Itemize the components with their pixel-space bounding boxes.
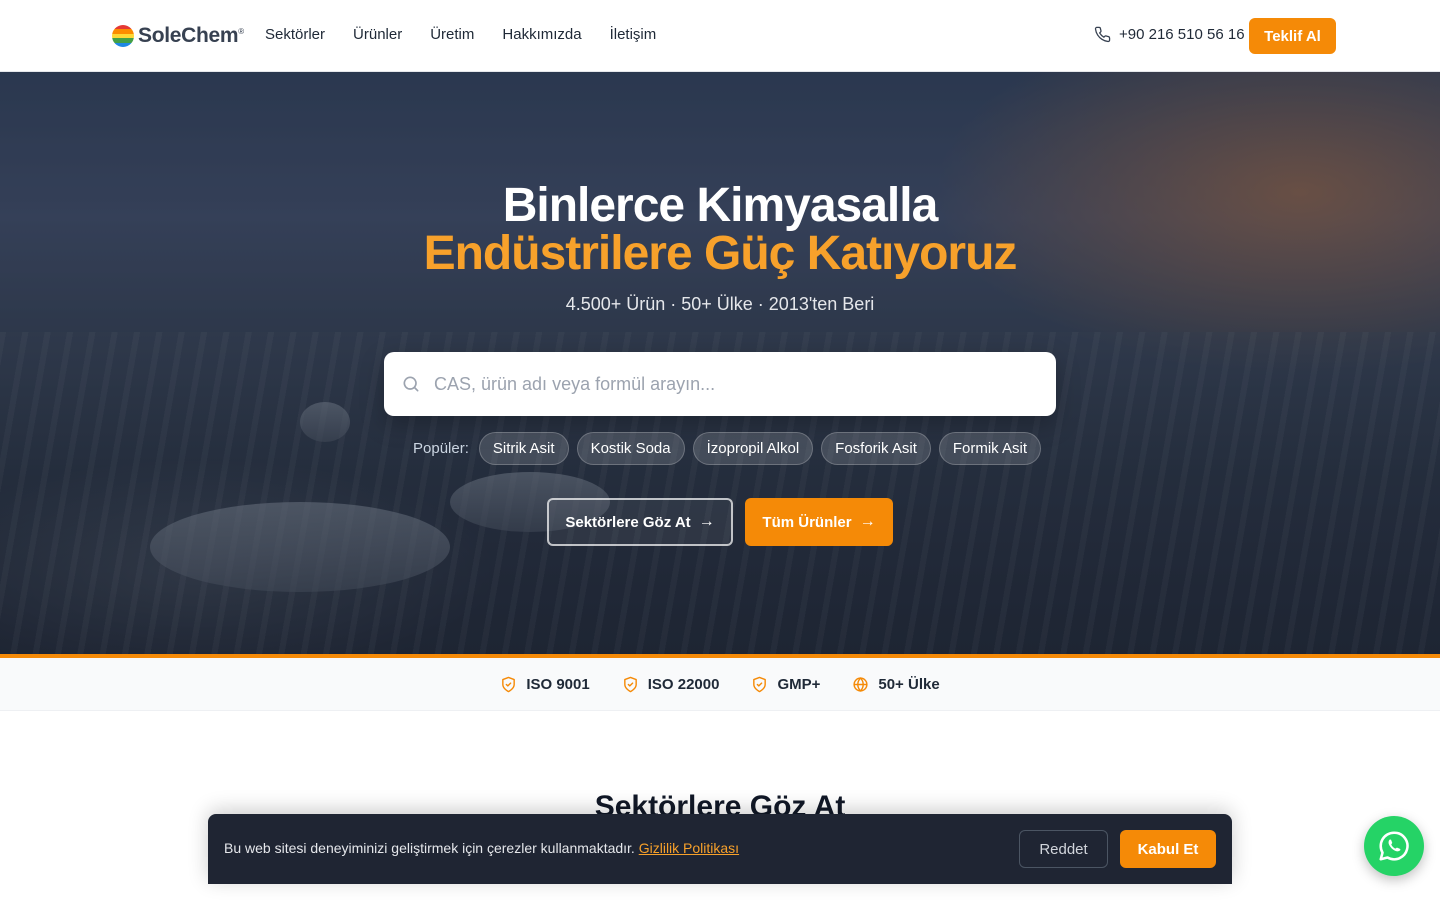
search-input[interactable]	[434, 366, 1034, 402]
all-products-label: Tüm Ürünler	[762, 513, 852, 531]
hero-buttons: Sektörlere Göz At → Tüm Ürünler →	[547, 498, 893, 546]
privacy-policy-link[interactable]: Gizlilik Politikası	[639, 840, 739, 856]
cert-gmp: GMP+	[751, 676, 820, 693]
arrow-right-icon: →	[698, 513, 715, 530]
cert-iso-22000: ISO 22000	[622, 675, 720, 693]
phone-link[interactable]: +90 216 510 56 16	[1094, 26, 1245, 43]
site-header: SoleChem® Sektörler Ürünler Üretim Hakkı…	[0, 0, 1440, 72]
cert-label: ISO 22000	[647, 675, 720, 693]
nav-hakkimizda[interactable]: Hakkımızda	[502, 26, 581, 43]
popular-searches: Popüler: Sitrik Asit Kostik Soda İzoprop…	[413, 432, 1042, 465]
cert-label: 50+ Ülke	[878, 675, 940, 693]
cookie-text: Bu web sitesi deneyiminizi geliştirmek i…	[224, 840, 740, 856]
browse-sectors-label: Sektörlere Göz At	[565, 513, 691, 531]
popular-label: Popüler:	[413, 440, 469, 457]
hero-title-line1: Binlerce Kimyasalla	[502, 179, 939, 232]
all-products-button[interactable]: Tüm Ürünler →	[745, 498, 893, 546]
certifications-bar: ISO 9001 ISO 22000 GMP+ 50+ Ülke	[0, 658, 1440, 711]
globe-icon	[853, 676, 868, 692]
nav-urunler[interactable]: Ürünler	[353, 26, 402, 43]
shield-check-icon	[623, 676, 637, 692]
logo-text: SoleChem®	[138, 24, 244, 47]
reject-cookies-button[interactable]: Reddet	[1019, 830, 1108, 868]
popular-chip-fosforik-asit[interactable]: Fosforik Asit	[821, 432, 931, 465]
popular-chip-izopropil-alkol[interactable]: İzopropil Alkol	[692, 432, 814, 465]
cert-label: ISO 9001	[526, 675, 590, 693]
popular-chip-kostik-soda[interactable]: Kostik Soda	[576, 432, 685, 465]
cert-countries: 50+ Ülke	[852, 675, 940, 693]
hero-section: Binlerce Kimyasalla Endüstrilere Güç Kat…	[0, 72, 1440, 654]
logo-icon	[112, 25, 134, 47]
popular-chip-formik-asit[interactable]: Formik Asit	[938, 432, 1042, 465]
cert-iso-9001: ISO 9001	[500, 675, 590, 693]
popular-chip-sitrik-asit[interactable]: Sitrik Asit	[478, 432, 569, 465]
search-box	[384, 352, 1056, 416]
quote-button[interactable]: Teklif Al	[1249, 18, 1336, 54]
arrow-right-icon: →	[859, 513, 876, 530]
hero-title-line2: Endüstrilere Güç Katıyoruz	[423, 227, 1018, 280]
main-nav: Sektörler Ürünler Üretim Hakkımızda İlet…	[265, 26, 656, 43]
phone-number: +90 216 510 56 16	[1119, 26, 1245, 43]
nav-uretim[interactable]: Üretim	[430, 26, 474, 43]
nav-iletisim[interactable]: İletişim	[610, 26, 657, 43]
logo[interactable]: SoleChem®	[112, 24, 244, 48]
phone-icon	[1094, 26, 1111, 43]
nav-sektorler[interactable]: Sektörler	[265, 26, 325, 43]
search-icon	[403, 376, 419, 392]
shield-check-icon	[502, 676, 516, 692]
whatsapp-button[interactable]	[1364, 816, 1424, 876]
hero-title: Binlerce Kimyasalla Endüstrilere Güç Kat…	[0, 182, 1440, 278]
shield-check-icon	[753, 676, 767, 692]
accept-cookies-button[interactable]: Kabul Et	[1120, 830, 1216, 868]
cert-label: GMP+	[777, 675, 821, 693]
hero-subtitle: 4.500+ Ürün · 50+ Ülke · 2013'ten Beri	[565, 294, 875, 314]
whatsapp-icon	[1379, 831, 1409, 861]
cookie-banner: Bu web sitesi deneyiminizi geliştirmek i…	[208, 814, 1232, 884]
browse-sectors-button[interactable]: Sektörlere Göz At →	[547, 498, 733, 546]
